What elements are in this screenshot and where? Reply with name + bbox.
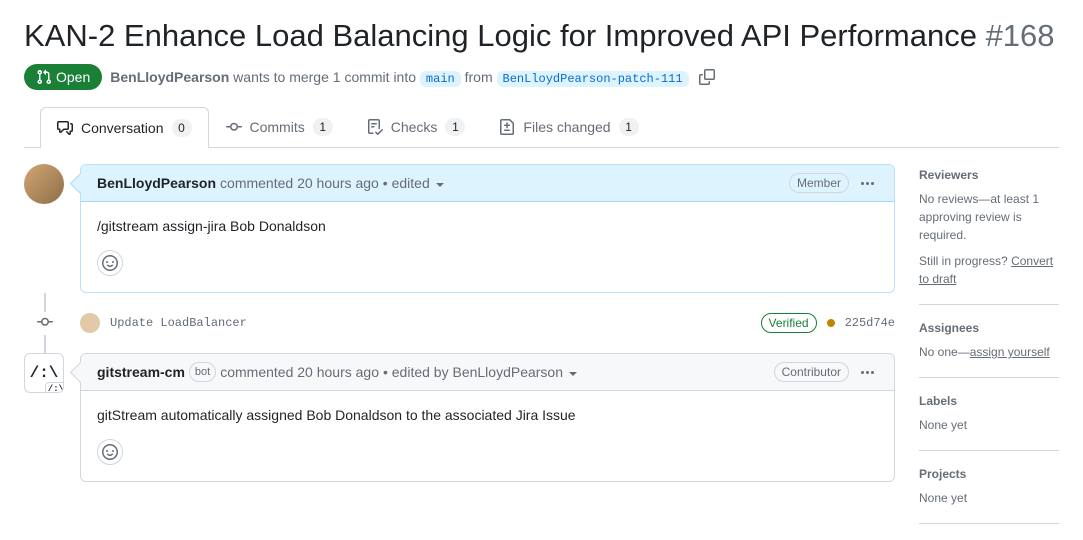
git-pull-request-icon	[36, 69, 52, 85]
comment-2: /:\/:\ gitstream-cm bot commented 20 hou…	[24, 353, 895, 482]
sidebar-title: Projects	[919, 467, 1059, 481]
conversation-count: 0	[172, 119, 192, 137]
comment-timestamp[interactable]: commented 20 hours ago	[220, 175, 379, 191]
file-diff-icon	[499, 119, 515, 135]
tab-conversation[interactable]: Conversation 0	[40, 107, 209, 148]
status-label: Open	[56, 69, 90, 85]
commit-hash[interactable]: 225d74e	[845, 316, 895, 330]
tab-commits[interactable]: Commits 1	[209, 106, 350, 147]
sidebar-text: No reviews—at least 1 approving review i…	[919, 190, 1059, 244]
pr-tabs: Conversation 0 Commits 1 Checks 1 Files …	[24, 106, 1059, 148]
pr-number: #168	[986, 18, 1055, 53]
smiley-icon	[102, 255, 118, 271]
edited-dropdown[interactable]: • edited by BenLloydPearson	[383, 364, 577, 380]
checklist-icon	[367, 119, 383, 135]
assign-yourself-link[interactable]: assign yourself	[970, 345, 1050, 359]
tab-files-changed[interactable]: Files changed 1	[482, 106, 655, 147]
head-branch[interactable]: BenLloydPearson-patch-111	[497, 71, 689, 87]
sidebar-reviewers[interactable]: Reviewers No reviews—at least 1 approvin…	[919, 164, 1059, 305]
checks-count: 1	[445, 118, 465, 136]
status-dot-pending[interactable]	[827, 319, 835, 327]
add-reaction-button[interactable]	[97, 250, 123, 276]
bot-avatar[interactable]: /:\/:\	[24, 353, 64, 393]
sidebar-text: None yet	[919, 416, 1059, 434]
comment-1: BenLloydPearson commented 20 hours ago •…	[24, 164, 895, 293]
sidebar-assignees[interactable]: Assignees No one—assign yourself	[919, 305, 1059, 378]
tab-checks[interactable]: Checks 1	[350, 106, 483, 147]
bot-badge: bot	[189, 362, 216, 382]
comment-box: gitstream-cm bot commented 20 hours ago …	[80, 353, 895, 482]
merge-description: BenLloydPearson wants to merge 1 commit …	[110, 69, 688, 86]
copy-icon[interactable]	[697, 67, 717, 87]
pr-meta-row: Open BenLloydPearson wants to merge 1 co…	[24, 64, 1059, 90]
commit-message[interactable]: Update LoadBalancer	[110, 316, 751, 330]
commits-count: 1	[313, 118, 333, 136]
sidebar-title: Assignees	[919, 321, 1059, 335]
verified-badge[interactable]: Verified	[761, 313, 817, 333]
avatar[interactable]	[24, 164, 64, 204]
role-badge-member: Member	[789, 173, 849, 193]
mini-avatar[interactable]	[80, 313, 100, 333]
sidebar-title: Reviewers	[919, 168, 1059, 182]
sidebar-text: None yet	[919, 489, 1059, 507]
comment-author[interactable]: BenLloydPearson	[97, 175, 216, 191]
git-commit-icon	[226, 119, 242, 135]
author-link[interactable]: BenLloydPearson	[110, 69, 229, 85]
kebab-menu[interactable]	[857, 178, 878, 189]
commit-row: Update LoadBalancer Verified 225d74e	[24, 309, 895, 337]
comment-author[interactable]: gitstream-cm	[97, 364, 185, 380]
edited-dropdown[interactable]: • edited	[383, 175, 444, 191]
comment-timestamp[interactable]: commented 20 hours ago	[220, 364, 379, 380]
kebab-menu[interactable]	[857, 367, 878, 378]
add-reaction-button[interactable]	[97, 439, 123, 465]
base-branch[interactable]: main	[420, 71, 461, 87]
smiley-icon	[102, 444, 118, 460]
status-badge-open: Open	[24, 64, 102, 90]
comment-body: /gitstream assign-jira Bob Donaldson	[81, 202, 894, 250]
comment-discussion-icon	[57, 120, 73, 136]
sidebar-labels[interactable]: Labels None yet	[919, 378, 1059, 451]
git-commit-icon	[37, 314, 53, 330]
sidebar-title: Labels	[919, 394, 1059, 408]
comment-body: gitStream automatically assigned Bob Don…	[81, 391, 894, 439]
comment-box: BenLloydPearson commented 20 hours ago •…	[80, 164, 895, 293]
sidebar-projects[interactable]: Projects None yet	[919, 451, 1059, 524]
role-badge-contributor: Contributor	[774, 362, 849, 382]
pr-title: KAN-2 Enhance Load Balancing Logic for I…	[24, 16, 1059, 56]
files-count: 1	[619, 118, 639, 136]
pr-title-text: KAN-2 Enhance Load Balancing Logic for I…	[24, 18, 977, 53]
